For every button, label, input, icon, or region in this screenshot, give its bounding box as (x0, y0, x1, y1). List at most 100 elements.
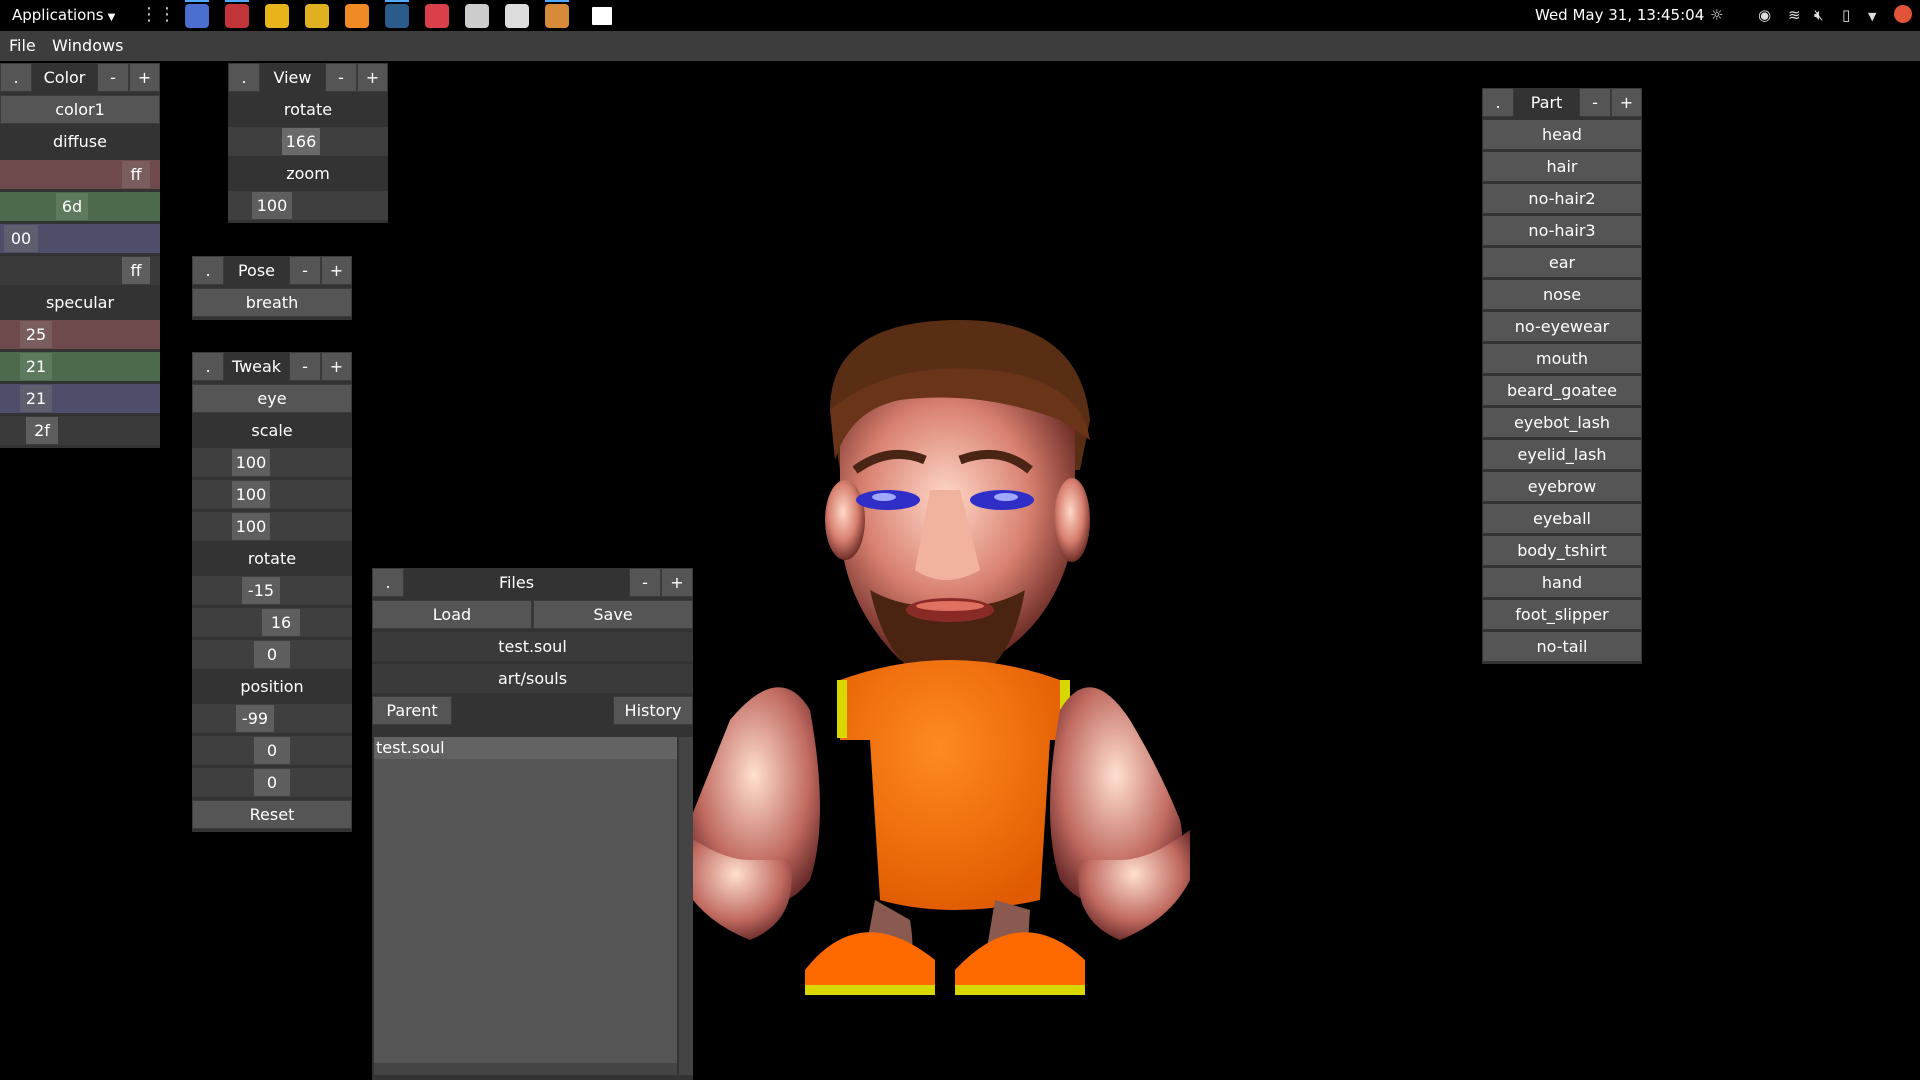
scale-y-value[interactable]: 100 (232, 481, 270, 508)
position-x-value[interactable]: -99 (236, 705, 274, 732)
file-list-vertical-scrollbar[interactable] (679, 737, 693, 1075)
color-panel-plus-button[interactable]: + (129, 63, 160, 92)
scale-z-value[interactable]: 100 (232, 513, 270, 540)
specular-blue-value[interactable]: 21 (20, 385, 52, 412)
bot-app-icon[interactable] (545, 0, 569, 28)
reset-button[interactable]: Reset (192, 800, 352, 829)
files-panel-minus-button[interactable]: - (629, 568, 661, 597)
position-y-value[interactable]: 0 (254, 737, 290, 764)
view-panel-minus-button[interactable]: - (325, 63, 357, 92)
app-grid-icon[interactable]: ⋮⋮ (140, 6, 176, 24)
scale-z-slider[interactable] (192, 512, 352, 541)
specular-green-value[interactable]: 21 (20, 353, 52, 380)
chat-app-icon[interactable] (465, 4, 489, 28)
part-button-eyebot-lash[interactable]: eyebot_lash (1483, 408, 1641, 440)
part-button-no-eyewear[interactable]: no-eyewear (1483, 312, 1641, 344)
tweak-panel-plus-button[interactable]: + (321, 352, 352, 381)
part-button-nose[interactable]: nose (1483, 280, 1641, 312)
clock[interactable]: Wed May 31, 13:45:04 (1535, 6, 1704, 24)
character-viewport[interactable] (660, 300, 1220, 1000)
part-button-hair[interactable]: hair (1483, 152, 1641, 184)
part-button-mouth[interactable]: mouth (1483, 344, 1641, 376)
list-item[interactable]: test.soul (374, 737, 677, 759)
part-panel-plus-button[interactable]: + (1611, 88, 1642, 117)
tweak-panel-collapse-button[interactable]: . (192, 352, 224, 381)
pose-panel-minus-button[interactable]: - (289, 256, 321, 285)
tweak-target-button[interactable]: eye (192, 384, 352, 413)
part-button-eyebrow[interactable]: eyebrow (1483, 472, 1641, 504)
menu-windows[interactable]: Windows (52, 36, 123, 55)
chrome-icon[interactable] (265, 4, 289, 28)
part-button-foot-slipper[interactable]: foot_slipper (1483, 600, 1641, 632)
load-button[interactable]: Load (372, 600, 532, 629)
diffuse-green-value[interactable]: 6d (56, 193, 88, 220)
menu-file[interactable]: File (9, 36, 36, 55)
files-panel-plus-button[interactable]: + (661, 568, 693, 597)
specular-alpha-value[interactable]: 2f (26, 417, 58, 444)
pose-panel-plus-button[interactable]: + (321, 256, 352, 285)
record-icon[interactable]: ◉ (1758, 6, 1771, 24)
part-button-head[interactable]: head (1483, 120, 1641, 152)
diffuse-blue-value[interactable]: 00 (4, 225, 38, 252)
system-taskbar: Applications ▼ ⋮⋮ Wed May 31, 13:45:04 ☼ … (0, 0, 1920, 31)
blank-window-icon[interactable] (592, 7, 612, 25)
folder-path-field[interactable]: art/souls (372, 664, 693, 693)
part-button-no-tail[interactable]: no-tail (1483, 632, 1641, 664)
part-panel-collapse-button[interactable]: . (1482, 88, 1514, 117)
color-panel-minus-button[interactable]: - (97, 63, 129, 92)
file-list[interactable]: test.soul (374, 737, 677, 1075)
save-button[interactable]: Save (533, 600, 693, 629)
pose-panel-collapse-button[interactable]: . (192, 256, 224, 285)
scale-y-slider[interactable] (192, 480, 352, 509)
steam-icon[interactable] (385, 0, 409, 28)
history-button[interactable]: History (613, 696, 693, 725)
tweak-panel-minus-button[interactable]: - (289, 352, 321, 381)
battery-icon[interactable]: ▯ (1842, 6, 1850, 24)
diffuse-red-value[interactable]: ff (122, 161, 150, 188)
chevron-down-icon[interactable]: ▼ (1868, 10, 1876, 23)
telegram-icon[interactable] (505, 4, 529, 28)
files-icon[interactable] (185, 0, 209, 28)
part-button-hand[interactable]: hand (1483, 568, 1641, 600)
volume-muted-icon[interactable]: 🔇︎ (1814, 6, 1823, 24)
part-button-ear[interactable]: ear (1483, 248, 1641, 280)
diffuse-alpha-value[interactable]: ff (122, 257, 150, 284)
filename-field[interactable]: test.soul (372, 632, 693, 661)
brightness-icon[interactable]: ☼ (1710, 6, 1723, 24)
view-panel-plus-button[interactable]: + (357, 63, 388, 92)
wifi-icon[interactable]: ≋ (1788, 6, 1801, 24)
specular-red-value[interactable]: 25 (20, 321, 52, 348)
game-app-icon[interactable] (425, 4, 449, 28)
applications-menu[interactable]: Applications ▼ (12, 6, 115, 24)
part-panel-minus-button[interactable]: - (1579, 88, 1611, 117)
position-z-value[interactable]: 0 (254, 769, 290, 796)
power-icon[interactable] (1894, 5, 1912, 23)
view-zoom-value[interactable]: 100 (252, 192, 292, 219)
part-button-body-tshirt[interactable]: body_tshirt (1483, 536, 1641, 568)
view-panel-collapse-button[interactable]: . (228, 63, 260, 92)
files-panel-title: Files (498, 573, 535, 592)
part-button-eyeball[interactable]: eyeball (1483, 504, 1641, 536)
scale-x-value[interactable]: 100 (232, 449, 270, 476)
color-panel-collapse-button[interactable]: . (0, 63, 32, 92)
terminal-icon[interactable] (225, 0, 249, 28)
blender-icon[interactable] (345, 4, 369, 28)
view-rotate-value[interactable]: 166 (282, 128, 320, 155)
pose-panel: . Pose - + breath (192, 256, 352, 320)
part-button-no-hair3[interactable]: no-hair3 (1483, 216, 1641, 248)
cat-app-icon[interactable] (305, 4, 329, 28)
scale-x-slider[interactable] (192, 448, 352, 477)
part-button-beard-goatee[interactable]: beard_goatee (1483, 376, 1641, 408)
part-button-eyelid-lash[interactable]: eyelid_lash (1483, 440, 1641, 472)
pose-breath-button[interactable]: breath (192, 288, 352, 317)
rotate-z-value[interactable]: 0 (254, 641, 290, 668)
specular-alpha-slider[interactable] (0, 416, 160, 445)
parent-button[interactable]: Parent (372, 696, 452, 725)
tweak-scale-label: scale (251, 421, 293, 440)
file-list-horizontal-scrollbar[interactable] (374, 1063, 677, 1075)
color-name-button[interactable]: color1 (0, 95, 160, 124)
files-panel-collapse-button[interactable]: . (372, 568, 404, 597)
rotate-x-value[interactable]: -15 (242, 577, 280, 604)
part-button-no-hair2[interactable]: no-hair2 (1483, 184, 1641, 216)
rotate-y-value[interactable]: 16 (262, 609, 300, 636)
